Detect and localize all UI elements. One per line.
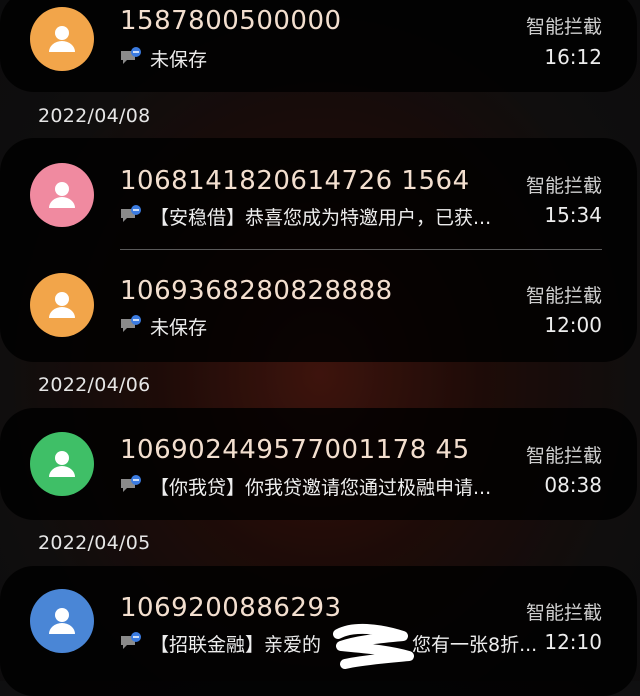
message-row[interactable]: 1068141820614726 1564 智能拦截 【安稳借】恭喜您成为特邀用… [0,138,637,238]
message-row[interactable]: 1069200886293 智能拦截 【招联金融】亲爱的 您有一张8折... 1… [0,566,637,666]
person-icon [30,163,94,227]
message-preview: 【安稳借】恭喜您成为特邀用户，已获... [150,207,492,229]
smart-block-label: 智能拦截 [525,602,602,624]
message-card: 106902449577001178 45 智能拦截 【你我贷】你我贷邀请您通过… [0,408,637,520]
sender-number: 1069368280828888 [120,276,393,306]
message-row[interactable]: 106902449577001178 45 智能拦截 【你我贷】你我贷邀请您通过… [0,408,637,508]
redaction-scribble [333,623,414,669]
message-time: 15:34 [544,203,602,227]
blocked-message-list: 1587800500000 智能拦截 未保存 16:12 2022/04/08 … [0,0,640,696]
message-preview: 未保存 [150,49,208,71]
sender-number: 1068141820614726 1564 [120,166,470,196]
smart-block-label: 智能拦截 [525,175,602,197]
message-row[interactable]: 1587800500000 智能拦截 未保存 16:12 [0,0,637,90]
message-row[interactable]: 1069368280828888 智能拦截 未保存 12:00 [0,250,637,350]
message-time: 16:12 [544,45,602,69]
sender-number: 1069200886293 [120,593,342,623]
message-preview-tail: 您有一张8折... [412,634,538,656]
avatar [30,432,94,496]
person-icon [30,432,94,496]
smart-block-label: 智能拦截 [525,16,602,38]
person-icon [30,273,94,337]
avatar [30,589,94,653]
message-bubble-icon [121,205,141,222]
person-icon [30,589,94,653]
message-time: 12:00 [544,313,602,337]
message-bubble-icon [121,632,141,649]
smart-block-label: 智能拦截 [525,445,602,467]
message-bubble-icon [121,475,141,492]
message-bubble-icon [121,315,141,332]
message-time: 12:10 [544,630,602,654]
message-preview: 【招联金融】亲爱的 [150,634,322,656]
message-preview: 未保存 [150,317,208,339]
smart-block-label: 智能拦截 [525,285,602,307]
person-icon [30,7,94,71]
message-card: 1069200886293 智能拦截 【招联金融】亲爱的 您有一张8折... 1… [0,566,637,696]
message-card: 1068141820614726 1564 智能拦截 【安稳借】恭喜您成为特邀用… [0,138,637,362]
date-header: 2022/04/06 [38,374,151,396]
message-bubble-icon [121,47,141,64]
message-card: 1587800500000 智能拦截 未保存 16:12 [0,0,637,92]
message-preview: 【你我贷】你我贷邀请您通过极融申请... [150,477,492,499]
sender-number: 1587800500000 [120,6,342,36]
avatar [30,273,94,337]
sender-number: 106902449577001178 45 [120,435,470,465]
avatar [30,163,94,227]
date-header: 2022/04/05 [38,532,151,554]
date-header: 2022/04/08 [38,105,151,127]
message-time: 08:38 [544,473,602,497]
avatar [30,7,94,71]
